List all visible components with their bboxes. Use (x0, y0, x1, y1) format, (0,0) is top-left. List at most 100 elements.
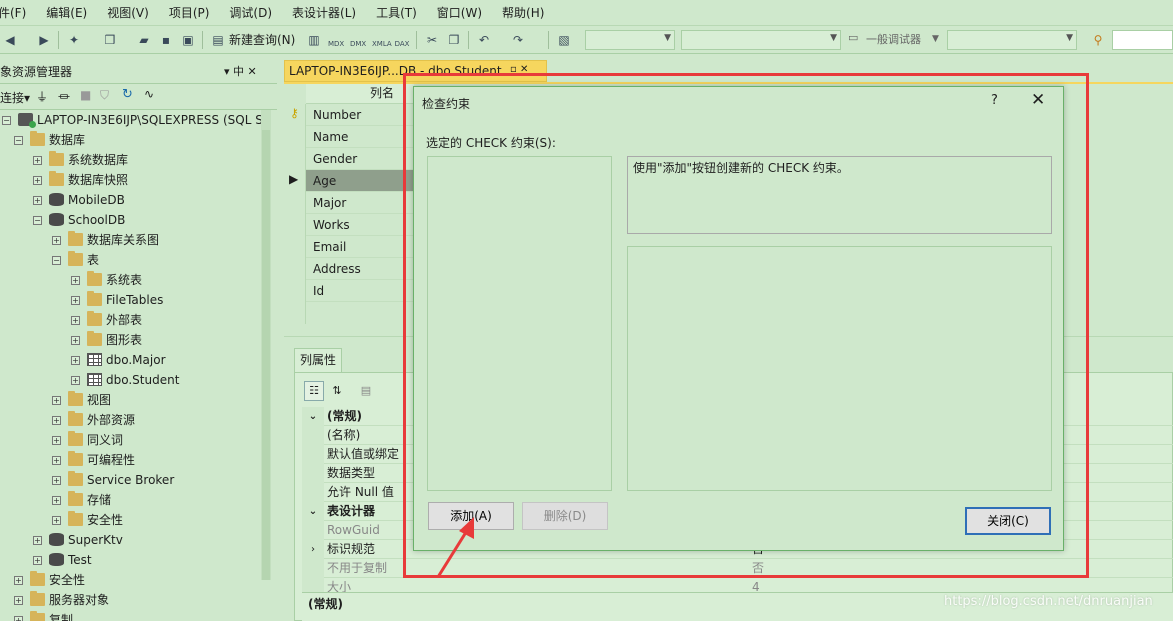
expand-icon[interactable]: + (14, 596, 23, 605)
column-row[interactable]: Id (306, 280, 414, 302)
collapse-icon[interactable]: − (33, 216, 42, 225)
tree-scrollbar-thumb[interactable] (262, 130, 270, 580)
forward-icon[interactable]: ▶ (36, 32, 52, 48)
tree-node[interactable]: − 数据库 (0, 130, 262, 150)
tab-pin-close-icon[interactable]: ▫ ✕ (510, 64, 528, 75)
tree-node[interactable]: + 系统数据库 (0, 150, 262, 170)
help-icon[interactable]: ? (991, 93, 998, 108)
open-file-icon[interactable]: ▰ (136, 32, 152, 48)
menu-item[interactable]: 表设计器(L) (282, 0, 366, 26)
tree-node[interactable]: + Service Broker (0, 470, 262, 490)
connect-button[interactable]: 连接▾ (0, 89, 30, 106)
mdx-query-icon[interactable]: MDX (328, 36, 344, 52)
column-row[interactable]: Major (306, 192, 414, 214)
menu-item[interactable]: 项目(P) (159, 0, 220, 26)
find-input[interactable] (1112, 30, 1173, 50)
dmx-query-icon[interactable]: DMX (350, 36, 366, 52)
menu-item[interactable]: 件(F) (0, 0, 36, 26)
tree-node[interactable]: + 图形表 (0, 330, 262, 350)
close-button[interactable]: 关闭(C) (965, 507, 1051, 535)
menu-item[interactable]: 帮助(H) (492, 0, 554, 26)
tree-node[interactable]: − 表 (0, 250, 262, 270)
refresh-icon[interactable]: ↻ (122, 87, 133, 102)
close-icon[interactable]: ✕ (1031, 90, 1045, 110)
expand-icon[interactable]: + (52, 396, 61, 405)
tree-node[interactable]: + 同义词 (0, 430, 262, 450)
property-row[interactable]: 不用于复制 否 (302, 559, 1173, 578)
expand-icon[interactable]: + (52, 456, 61, 465)
collapse-icon[interactable]: − (2, 116, 11, 125)
tree-node[interactable]: + 数据库快照 (0, 170, 262, 190)
expand-icon[interactable]: + (71, 376, 80, 385)
collapse-icon[interactable]: − (14, 136, 23, 145)
tree-node[interactable]: + Test (0, 550, 262, 570)
tree-node[interactable]: + 数据库关系图 (0, 230, 262, 250)
save-all-icon[interactable]: ▣ (180, 32, 196, 48)
expand-icon[interactable]: + (52, 476, 61, 485)
new-query-icon[interactable]: ▤ (210, 32, 226, 48)
tree-node[interactable]: + 可编程性 (0, 450, 262, 470)
expand-icon[interactable]: + (33, 156, 42, 165)
tree-node[interactable]: + 安全性 (0, 510, 262, 530)
tree-node[interactable]: − SchoolDB (0, 210, 262, 230)
tree-node[interactable]: + FileTables (0, 290, 262, 310)
connect-plug-icon[interactable]: ⏚ (36, 88, 48, 105)
categorized-icon[interactable]: ☷ (304, 381, 324, 401)
expand-icon[interactable]: + (71, 276, 80, 285)
tree-node[interactable]: + 系统表 (0, 270, 262, 290)
document-tab-student[interactable]: LAPTOP-IN3E6IJP...DB - dbo.Student (284, 60, 547, 82)
expand-icon[interactable]: + (71, 336, 80, 345)
menu-item[interactable]: 工具(T) (366, 0, 427, 26)
expand-icon[interactable]: + (52, 416, 61, 425)
column-row[interactable]: Works (306, 214, 414, 236)
tree-node[interactable]: + dbo.Student (0, 370, 262, 390)
filter-icon[interactable]: ⛉ (100, 88, 109, 103)
expand-icon[interactable]: + (71, 356, 80, 365)
delete-button[interactable]: 删除(D) (522, 502, 608, 530)
expand-icon[interactable]: + (52, 516, 61, 525)
stop-icon[interactable]: ■ (80, 88, 91, 102)
expand-icon[interactable]: + (33, 556, 42, 565)
menu-item[interactable]: 调试(D) (219, 0, 282, 26)
copy-icon[interactable]: ❐ (446, 32, 462, 48)
chevron-down-icon[interactable]: ▼ (932, 34, 939, 44)
expand-icon[interactable]: + (52, 236, 61, 245)
expand-icon[interactable]: + (71, 296, 80, 305)
column-row[interactable]: Gender (306, 148, 414, 170)
database-engine-query-icon[interactable]: ▥ (306, 32, 322, 48)
column-row[interactable]: Name (306, 126, 414, 148)
menu-item[interactable]: 窗口(W) (427, 0, 492, 26)
tree-node[interactable]: + 服务器对象 (0, 590, 262, 610)
add-button[interactable]: 添加(A) (428, 502, 514, 530)
tree-node[interactable]: + 安全性 (0, 570, 262, 590)
new-query-button[interactable]: 新建查询(N) (229, 32, 295, 48)
tree-node[interactable]: + 复制 (0, 610, 262, 621)
find-icon[interactable]: ⚲ (1090, 32, 1106, 48)
expand-icon[interactable]: + (52, 436, 61, 445)
column-row[interactable]: Number (306, 104, 414, 126)
column-row[interactable]: Email (306, 236, 414, 258)
column-row[interactable]: Age (306, 170, 414, 192)
dax-query-icon[interactable]: DAX (394, 36, 410, 52)
tree-node[interactable]: + dbo.Major (0, 350, 262, 370)
collapse-icon[interactable]: ⌄ (302, 407, 324, 426)
expand-icon[interactable]: + (33, 176, 42, 185)
expand-icon[interactable]: + (14, 616, 23, 621)
alphabetical-sort-icon[interactable]: ⇅ (327, 381, 347, 401)
expand-icon[interactable]: + (52, 496, 61, 505)
save-icon[interactable]: ▪ (158, 32, 174, 48)
column-row[interactable]: Address (306, 258, 414, 280)
tree-node[interactable]: − LAPTOP-IN3E6IJP\SQLEXPRESS (SQL Se (0, 110, 270, 130)
back-icon[interactable]: ◀ (2, 32, 18, 48)
tree-node[interactable]: + 外部表 (0, 310, 262, 330)
expand-icon[interactable]: › (302, 540, 324, 559)
tree-node[interactable]: + 外部资源 (0, 410, 262, 430)
add-item-icon[interactable]: ❒ (102, 32, 118, 48)
new-project-icon[interactable]: ✦ (66, 32, 82, 48)
collapse-icon[interactable]: − (52, 256, 61, 265)
tree-node[interactable]: + 视图 (0, 390, 262, 410)
tree-node[interactable]: + 存储 (0, 490, 262, 510)
constraint-list[interactable] (427, 156, 612, 491)
expand-icon[interactable]: + (14, 576, 23, 585)
debugger-label[interactable]: 一般调试器 (866, 31, 921, 47)
